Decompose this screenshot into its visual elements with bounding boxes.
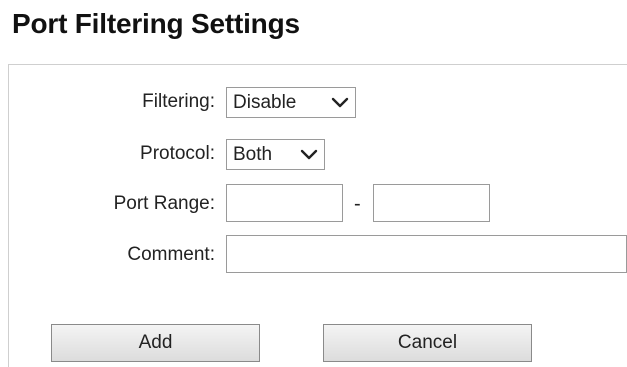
title-divider: [8, 64, 627, 65]
add-button[interactable]: Add: [51, 324, 260, 362]
chevron-down-icon: [331, 97, 349, 109]
panel-left-border: [8, 64, 9, 367]
port-range-start-input[interactable]: [226, 184, 343, 222]
protocol-select-value: Both: [233, 143, 273, 165]
filtering-select-value: Disable: [233, 91, 297, 113]
port-range-separator: -: [354, 193, 361, 215]
protocol-select[interactable]: Both: [226, 139, 325, 170]
port-range-label: Port Range:: [113, 193, 215, 214]
comment-label: Comment:: [127, 244, 215, 265]
cancel-button[interactable]: Cancel: [323, 324, 532, 362]
chevron-down-icon: [300, 149, 318, 161]
page-title: Port Filtering Settings: [12, 8, 300, 39]
comment-input[interactable]: [226, 235, 627, 273]
filtering-select[interactable]: Disable: [226, 87, 356, 118]
filtering-label: Filtering:: [142, 91, 215, 112]
port-range-end-input[interactable]: [373, 184, 490, 222]
protocol-label: Protocol:: [140, 143, 215, 164]
port-filtering-panel: Port Filtering Settings Filtering: Disab…: [0, 0, 627, 367]
